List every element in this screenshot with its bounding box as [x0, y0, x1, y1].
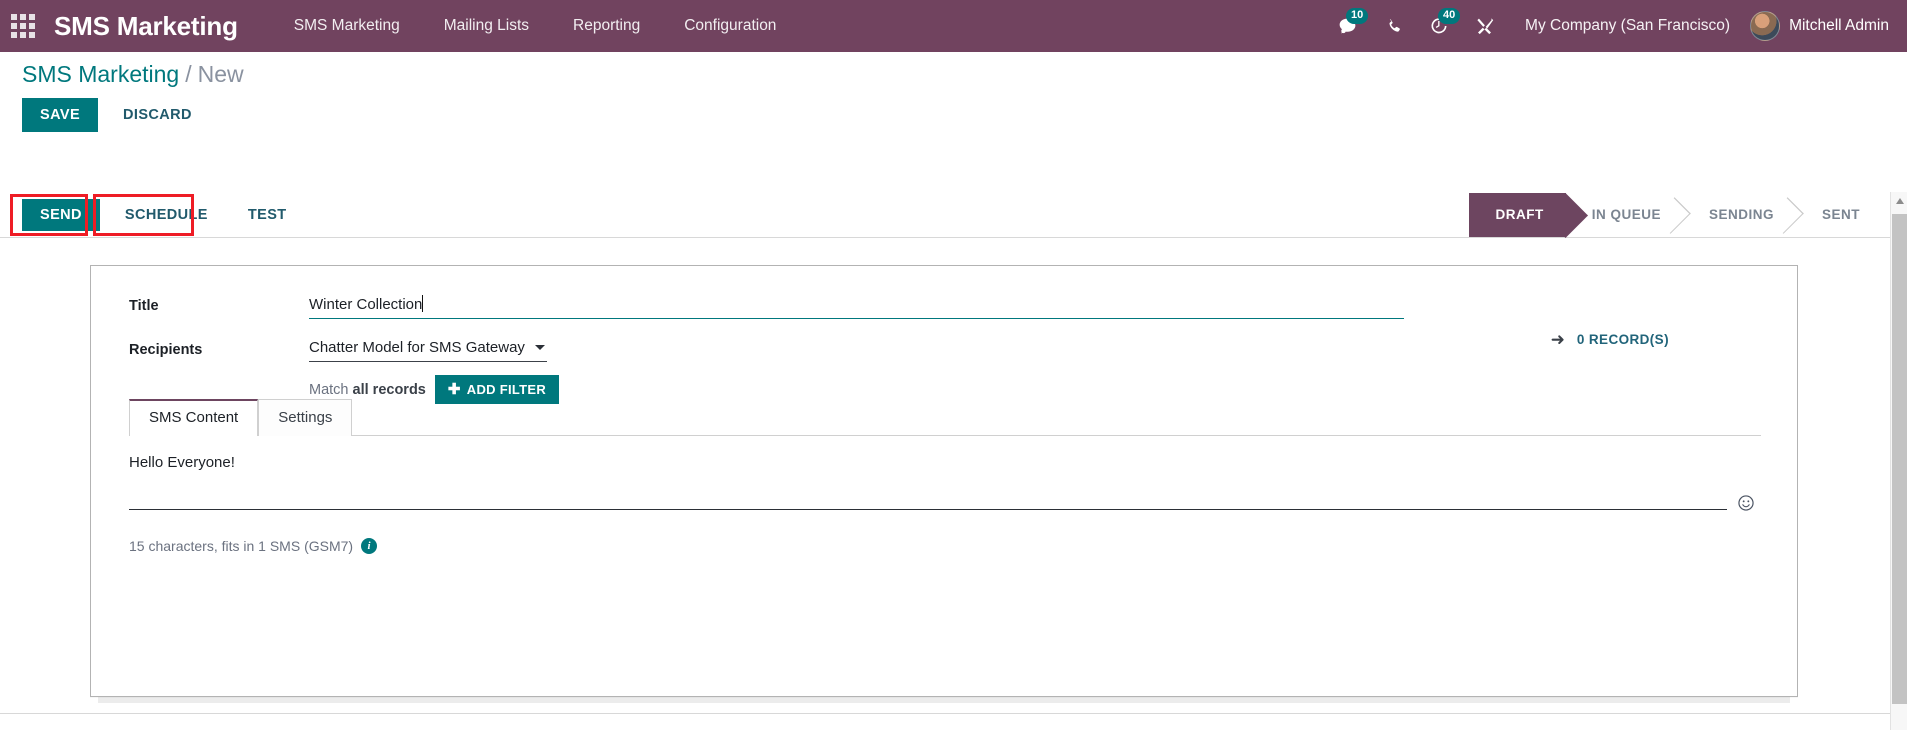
schedule-button[interactable]: SCHEDULE	[109, 198, 223, 231]
send-button[interactable]: SEND	[22, 198, 100, 231]
apps-grid-dots	[11, 14, 35, 38]
user-menu[interactable]: Mitchell Admin	[1744, 11, 1889, 41]
record-controls: SAVE DISCARD	[22, 98, 203, 132]
arrow-right-icon: ➜	[1550, 330, 1565, 349]
sms-body-input[interactable]: Hello Everyone!	[129, 454, 1727, 510]
action-bar: SEND SCHEDULE TEST DRAFT IN QUEUE SENDIN…	[0, 192, 1890, 238]
status-stage-sent[interactable]: SENT	[1795, 192, 1882, 237]
notebook-tabs: SMS Content Settings	[129, 399, 1761, 436]
save-button[interactable]: SAVE	[22, 98, 99, 132]
match-text: Match all records	[309, 382, 426, 398]
apps-grid-icon[interactable]	[0, 0, 46, 52]
user-name: Mitchell Admin	[1789, 17, 1889, 34]
breadcrumb-current: New	[197, 60, 244, 87]
menu-item-configuration[interactable]: Configuration	[662, 0, 798, 52]
tab-sms-content[interactable]: SMS Content	[129, 399, 259, 436]
activities-badge: 40	[1438, 8, 1461, 24]
breadcrumb-separator: /	[185, 60, 192, 87]
bottom-divider	[0, 713, 1890, 714]
menu-item-sms-marketing[interactable]: SMS Marketing	[272, 0, 422, 52]
phone-icon[interactable]	[1371, 0, 1416, 52]
test-button[interactable]: TEST	[232, 198, 302, 231]
info-icon[interactable]: i	[361, 538, 378, 554]
records-link[interactable]: ➜ 0 RECORD(S)	[1551, 331, 1669, 348]
scrollbar-thumb[interactable]	[1892, 214, 1907, 704]
app-brand-title[interactable]: SMS Marketing	[54, 11, 238, 42]
title-input-value: Winter Collection	[309, 296, 423, 313]
add-filter-label: ADD FILTER	[466, 382, 547, 397]
systray: 10 40 My Company (San Francisco) Mitchel…	[1324, 0, 1907, 52]
menu-item-reporting[interactable]: Reporting	[551, 0, 662, 52]
breadcrumb: SMS Marketing / New	[0, 52, 1907, 96]
sms-content-panel: Hello Everyone!	[129, 454, 1761, 512]
match-prefix: Match	[309, 381, 349, 398]
status-stage-sending[interactable]: SENDING	[1682, 192, 1796, 237]
field-row-recipients: Recipients Chatter Model for SMS Gateway…	[91, 337, 1797, 404]
messages-icon[interactable]: 10	[1324, 0, 1371, 52]
sms-char-count: 15 characters, fits in 1 SMS (GSM7)	[129, 538, 354, 554]
field-row-title: Title Winter Collection	[91, 293, 1797, 319]
tab-settings[interactable]: Settings	[258, 399, 353, 436]
vertical-scrollbar[interactable]	[1890, 192, 1907, 730]
top-navbar: SMS Marketing SMS Marketing Mailing List…	[0, 0, 1907, 52]
debug-tools-icon[interactable]	[1462, 0, 1507, 52]
company-switcher[interactable]: My Company (San Francisco)	[1507, 17, 1744, 35]
breadcrumb-root[interactable]: SMS Marketing	[22, 61, 179, 88]
sheet-shadow	[98, 697, 1790, 703]
emoji-smiley-icon[interactable]	[1737, 494, 1755, 512]
discard-button[interactable]: DISCARD	[112, 98, 203, 132]
match-strong: all records	[352, 381, 426, 398]
records-count: 0 RECORD(S)	[1576, 332, 1669, 347]
messages-badge: 10	[1346, 8, 1369, 24]
title-input[interactable]: Winter Collection	[309, 293, 1404, 319]
chevron-down-icon	[534, 345, 545, 350]
action-buttons: SEND SCHEDULE TEST	[0, 198, 302, 231]
status-stage-draft[interactable]: DRAFT	[1469, 192, 1566, 237]
title-label: Title	[129, 298, 159, 314]
status-pipeline: DRAFT IN QUEUE SENDING SENT	[1469, 192, 1890, 237]
form-sheet: Title Winter Collection Recipients Chatt…	[90, 265, 1798, 697]
scroll-up-button[interactable]	[1891, 192, 1907, 209]
recipients-label: Recipients	[129, 342, 203, 358]
menu-item-mailing-lists[interactable]: Mailing Lists	[422, 0, 551, 52]
recipients-selected-value: Chatter Model for SMS Gateway	[309, 339, 525, 356]
recipients-select[interactable]: Chatter Model for SMS Gateway	[309, 337, 547, 362]
sms-char-count-row: 15 characters, fits in 1 SMS (GSM7) i	[129, 538, 378, 554]
text-caret	[422, 295, 424, 312]
avatar	[1750, 11, 1781, 41]
plus-icon: ✚	[447, 381, 461, 398]
activities-clock-icon[interactable]: 40	[1416, 0, 1462, 52]
